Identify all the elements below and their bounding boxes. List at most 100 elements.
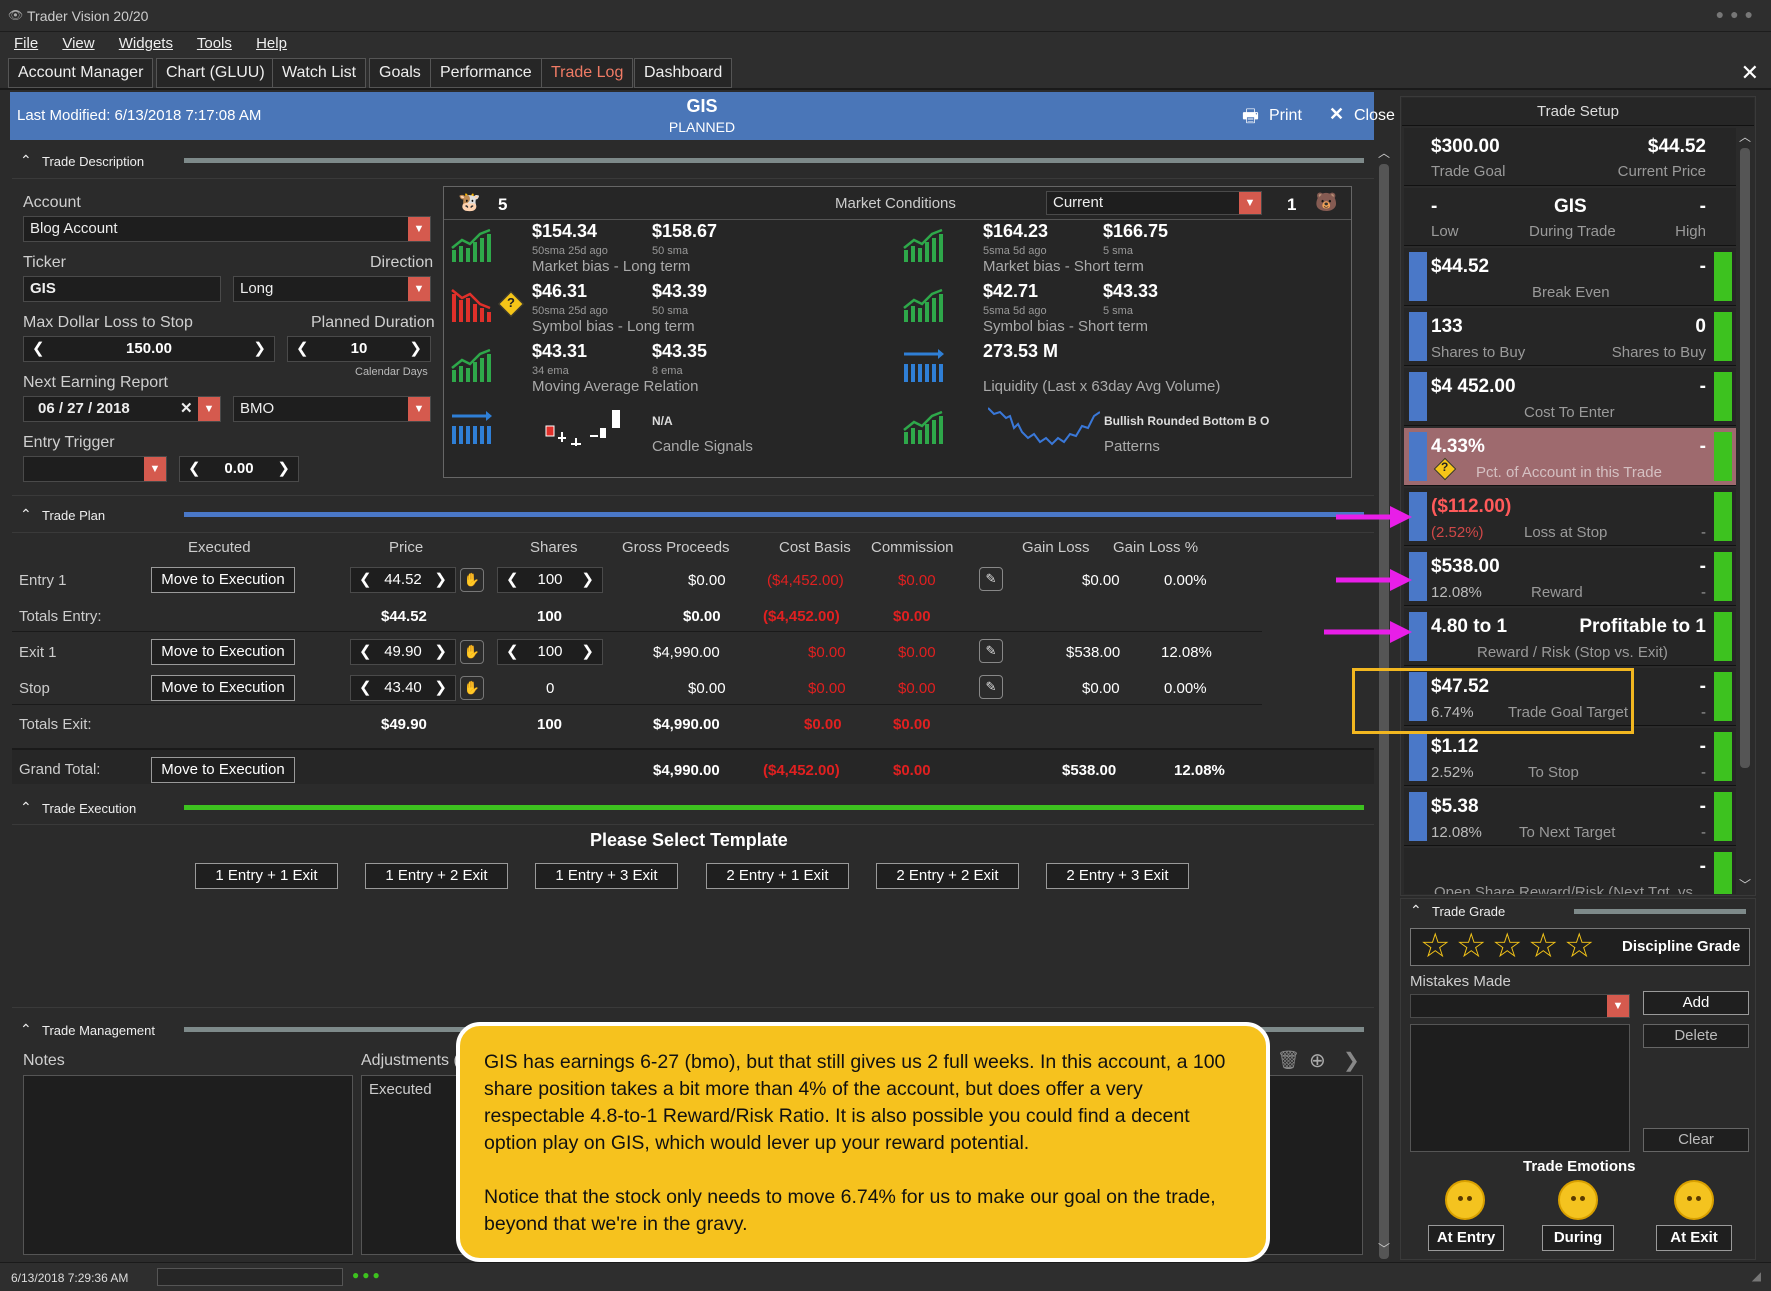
chevron-left-icon[interactable]: ❮ [359,568,372,592]
scroll-up-icon[interactable]: ︿ [1378,144,1390,161]
edit-icon[interactable]: ✎ [979,675,1003,699]
menu-view[interactable]: View [62,35,94,52]
move-to-execution-button[interactable]: Move to Execution [151,675,295,701]
trade-plan-header[interactable]: Trade Plan [10,500,170,530]
star-icon[interactable]: ☆ [1528,929,1558,963]
tab-watch-list[interactable]: Watch List [272,58,367,88]
chevron-right-icon[interactable]: ❯ [581,640,594,664]
notes-textarea[interactable] [23,1075,353,1255]
move-to-execution-button[interactable]: Move to Execution [151,567,295,593]
chevron-right-icon[interactable]: ❯ [253,337,266,361]
template-2e1x-button[interactable]: 2 Entry + 1 Exit [706,863,849,889]
close-tab-icon[interactable]: ✕ [1741,60,1759,86]
menu-help[interactable]: Help [256,35,287,52]
menu-widgets[interactable]: Widgets [119,35,173,52]
menu-file[interactable]: File [14,35,38,52]
entry1-price-stepper[interactable]: ❮ 44.52 ❯ [350,567,456,593]
exit1-price-stepper[interactable]: ❮ 49.90 ❯ [350,639,456,665]
edit-icon[interactable]: ✎ [979,639,1003,663]
scroll-up-icon[interactable]: ︿ [1739,128,1751,145]
edit-icon[interactable]: ✎ [979,567,1003,591]
close-icon[interactable]: ✕ [1329,104,1344,125]
chevron-left-icon[interactable]: ❮ [359,676,372,700]
market-conditions-select[interactable]: Current ▼ [1046,191,1262,215]
chevron-down-icon[interactable]: ▼ [1607,995,1629,1017]
trade-setup-scrollbar[interactable]: ︿ ﹀ [1736,128,1754,894]
tab-performance[interactable]: Performance [430,58,542,88]
scroll-thumb[interactable] [1740,148,1750,768]
chevron-right-icon[interactable]: ❯ [1343,1048,1360,1073]
chevron-down-icon[interactable]: ▼ [408,277,430,301]
clear-date-icon[interactable]: ✕ [180,397,193,421]
scroll-down-icon[interactable]: ﹀ [1378,1240,1390,1257]
trade-description-header[interactable]: Trade Description [10,146,170,176]
tab-goals[interactable]: Goals [369,58,431,88]
neutral-face-icon[interactable] [1558,1180,1598,1220]
chevron-left-icon[interactable]: ❮ [32,337,45,361]
neutral-face-icon[interactable] [1445,1180,1485,1220]
chevron-right-icon[interactable]: ❯ [277,457,290,481]
star-icon[interactable]: ☆ [1492,929,1522,963]
tab-chart[interactable]: Chart (GLUU) [156,58,275,88]
print-button[interactable]: Print [1269,107,1302,125]
trade-execution-header[interactable]: Trade Execution [10,793,170,823]
chevron-left-icon[interactable]: ❮ [506,640,519,664]
account-select[interactable]: Blog Account ▼ [23,216,431,242]
star-icon[interactable]: ☆ [1456,929,1486,963]
trade-management-header[interactable]: Trade Management [10,1015,170,1045]
close-button[interactable]: Close [1354,107,1395,125]
earning-date-input[interactable]: 06 / 27 / 2018 ✕ ▼ [23,396,221,422]
resize-grip-icon[interactable]: ◢ [1752,1269,1761,1283]
exit1-shares-stepper[interactable]: ❮ 100 ❯ [497,639,603,665]
duration-stepper[interactable]: ❮ 10 ❯ [287,336,431,362]
mistakes-select[interactable]: ▼ [1410,994,1630,1018]
chevron-down-icon[interactable]: ▼ [408,217,430,241]
tab-dashboard[interactable]: Dashboard [634,58,733,88]
trash-icon[interactable]: 🗑 [1277,1050,1300,1071]
max-loss-stepper[interactable]: ❮ 150.00 ❯ [23,336,275,362]
tab-trade-log[interactable]: Trade Log [541,58,634,88]
chevron-right-icon[interactable]: ❯ [434,640,447,664]
star-icon[interactable]: ☆ [1420,929,1450,963]
calculator-icon[interactable]: ✋ [460,676,484,700]
stop-price-stepper[interactable]: ❮ 43.40 ❯ [350,675,456,701]
entry1-shares-stepper[interactable]: ❮ 100 ❯ [497,567,603,593]
direction-select[interactable]: Long ▼ [233,276,431,302]
earning-timing-select[interactable]: BMO ▼ [233,396,431,422]
ticker-input[interactable]: GIS [23,276,221,302]
move-to-execution-button[interactable]: Move to Execution [151,639,295,665]
trade-grade-header[interactable]: Trade Grade [1400,896,1600,926]
entry-trigger-select[interactable]: ▼ [23,456,167,482]
at-exit-button[interactable]: At Exit [1656,1225,1732,1251]
add-circle-icon[interactable]: ⊕ [1309,1048,1326,1073]
neutral-face-icon[interactable] [1674,1180,1714,1220]
during-button[interactable]: During [1542,1225,1614,1251]
chevron-right-icon[interactable]: ❯ [434,568,447,592]
calculator-icon[interactable]: ✋ [460,640,484,664]
print-icon[interactable]: 🖶 [1242,104,1259,134]
chevron-down-icon[interactable]: ▼ [408,397,430,421]
chevron-left-icon[interactable]: ❮ [506,568,519,592]
chevron-right-icon[interactable]: ❯ [409,337,422,361]
template-1e1x-button[interactable]: 1 Entry + 1 Exit [195,863,338,889]
entry-trigger-stepper[interactable]: ❮ 0.00 ❯ [179,456,299,482]
chevron-right-icon[interactable]: ❯ [581,568,594,592]
tab-account-manager[interactable]: Account Manager [8,58,154,88]
chevron-left-icon[interactable]: ❮ [359,640,372,664]
mistakes-list[interactable] [1410,1024,1630,1152]
template-2e3x-button[interactable]: 2 Entry + 3 Exit [1046,863,1189,889]
at-entry-button[interactable]: At Entry [1428,1225,1504,1251]
chevron-down-icon[interactable]: ▼ [144,457,166,481]
chevron-right-icon[interactable]: ❯ [434,676,447,700]
calculator-icon[interactable]: ✋ [460,568,484,592]
clear-mistakes-button[interactable]: Clear [1643,1128,1749,1152]
chevron-down-icon[interactable]: ▼ [198,397,220,421]
scroll-down-icon[interactable]: ﹀ [1739,876,1751,893]
template-1e3x-button[interactable]: 1 Entry + 3 Exit [535,863,678,889]
chevron-left-icon[interactable]: ❮ [188,457,201,481]
add-mistake-button[interactable]: Add [1643,991,1749,1015]
move-to-execution-button[interactable]: Move to Execution [151,757,295,783]
menu-tools[interactable]: Tools [197,35,232,52]
delete-mistake-button[interactable]: Delete [1643,1024,1749,1048]
chevron-down-icon[interactable]: ▼ [1239,192,1261,214]
